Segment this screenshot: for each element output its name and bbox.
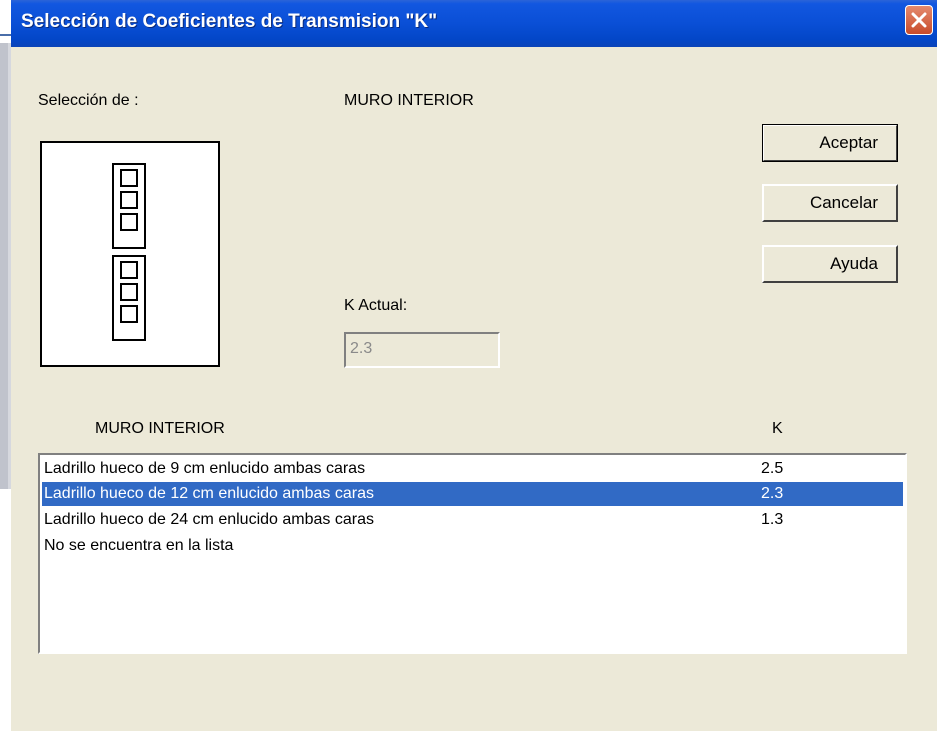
k-actual-field: 2.3: [344, 332, 500, 368]
list-item[interactable]: Ladrillo hueco de 24 cm enlucido ambas c…: [42, 508, 903, 532]
list-item-selected[interactable]: Ladrillo hueco de 12 cm enlucido ambas c…: [42, 482, 903, 506]
selection-type: MURO INTERIOR: [344, 92, 474, 109]
coefficients-list[interactable]: Ladrillo hueco de 9 cm enlucido ambas ca…: [38, 453, 907, 654]
cancel-button[interactable]: Cancelar: [762, 184, 898, 222]
selection-label: Selección de :: [38, 92, 139, 109]
brick-upper-icon: [112, 163, 146, 249]
k-actual-label: K Actual:: [344, 297, 408, 314]
help-button[interactable]: Ayuda: [762, 245, 898, 283]
list-header-k: K: [772, 420, 783, 437]
wall-preview: [40, 141, 220, 367]
list-item[interactable]: Ladrillo hueco de 9 cm enlucido ambas ca…: [42, 457, 903, 481]
background-window-edge: [0, 43, 8, 489]
close-icon: [911, 12, 927, 28]
accept-button[interactable]: Aceptar: [762, 124, 898, 162]
close-button[interactable]: [905, 5, 933, 35]
list-header-name: MURO INTERIOR: [95, 420, 225, 437]
title-bar[interactable]: Selección de Coeficientes de Transmision…: [11, 0, 937, 47]
window-title: Selección de Coeficientes de Transmision…: [21, 11, 438, 32]
brick-lower-icon: [112, 255, 146, 341]
list-item[interactable]: No se encuentra en la lista: [42, 534, 903, 558]
dialog-window: Selección de Coeficientes de Transmision…: [11, 0, 937, 731]
